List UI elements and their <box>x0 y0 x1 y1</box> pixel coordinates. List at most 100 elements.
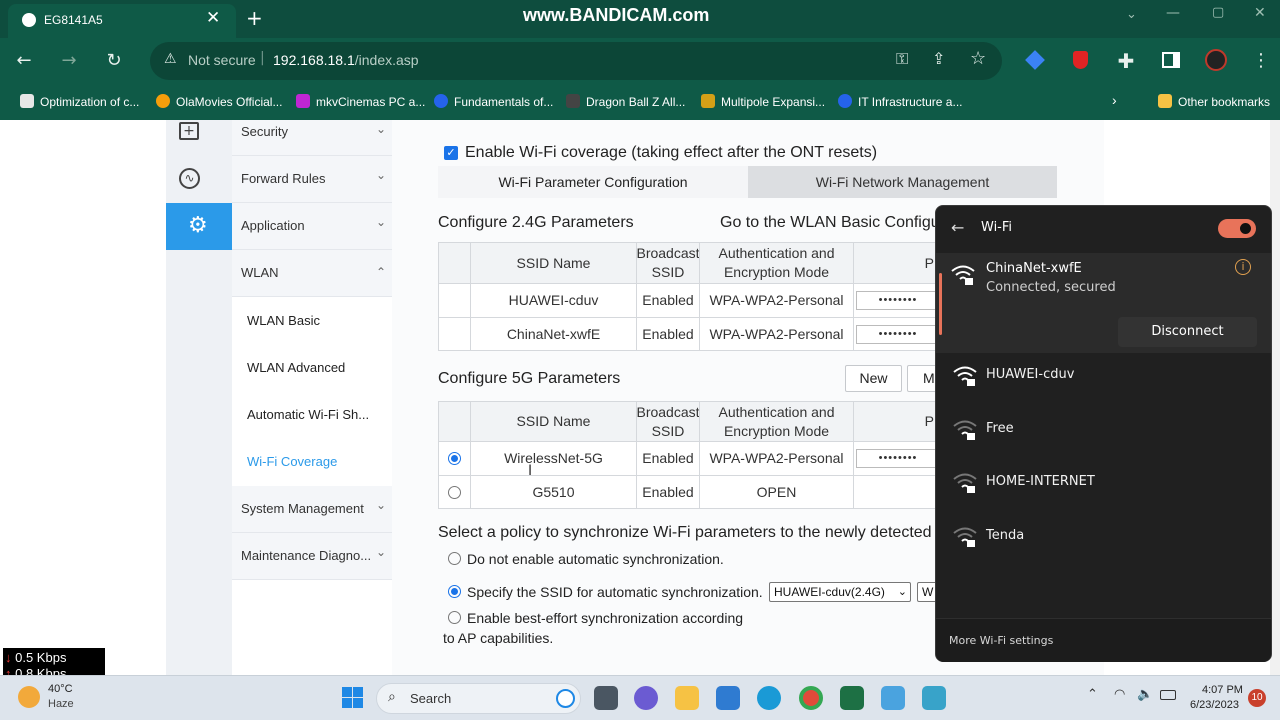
weather-sun-icon <box>18 686 40 708</box>
menu-security[interactable]: Security ⌄ <box>232 120 392 156</box>
bookmark-item[interactable]: mkvCinemas PC a... <box>296 94 425 109</box>
extension-blue-icon[interactable] <box>1025 50 1045 70</box>
teams-chat-icon[interactable] <box>634 686 658 710</box>
tab-close-icon[interactable]: ✕ <box>206 8 220 28</box>
excel-icon[interactable] <box>840 686 864 710</box>
reload-icon[interactable]: ↻ <box>102 49 126 73</box>
wifi-network-item[interactable]: Free <box>936 404 1271 457</box>
connected-network[interactable]: ChinaNet-xwfE Connected, secured i Disco… <box>936 253 1271 353</box>
menu-icon[interactable]: ⋮ <box>1249 49 1273 73</box>
store-icon[interactable] <box>716 686 740 710</box>
table-row-select[interactable] <box>438 283 471 318</box>
bookmark-item[interactable]: Optimization of c... <box>20 94 139 109</box>
password-field[interactable]: •••••••• <box>856 325 936 344</box>
key-icon[interactable]: ⚿ <box>896 49 908 69</box>
address-bar[interactable]: ⚠ Not secure | 192.168.18.1/index.asp ⚿ … <box>150 42 1002 80</box>
ssid-select[interactable]: HUAWEI-cduv(2.4G) ⌄ <box>769 582 911 602</box>
tray-volume-icon[interactable]: 🔈 <box>1137 687 1153 702</box>
table-row-select[interactable] <box>438 317 471 351</box>
tab-wifi-parameter[interactable]: Wi-Fi Parameter Configuration <box>438 166 748 198</box>
side-panel-icon[interactable] <box>1162 52 1180 68</box>
first-aid-icon[interactable]: + <box>179 122 199 140</box>
file-explorer-icon[interactable] <box>675 686 699 710</box>
bookmark-item[interactable]: Dragon Ball Z All... <box>566 94 685 109</box>
submenu-wlan-advanced[interactable]: WLAN Advanced <box>232 345 392 392</box>
wifi-toggle[interactable] <box>1218 219 1256 238</box>
wifi-network-item[interactable]: Tenda <box>936 511 1271 564</box>
profile-avatar[interactable] <box>1205 49 1227 71</box>
taskbar-search[interactable]: ⌕ Search <box>376 683 581 714</box>
table-cell-broadcast: Enabled <box>636 283 700 318</box>
share-icon[interactable]: ⇪ <box>932 49 945 68</box>
policy-radio-besteffort[interactable] <box>448 611 461 624</box>
browser-tab[interactable]: EG8141A5 ✕ <box>8 4 236 38</box>
new-tab-icon[interactable]: + <box>246 6 263 30</box>
close-window-icon[interactable]: ✕ <box>1254 5 1266 21</box>
forward-icon[interactable]: → <box>57 49 81 73</box>
menu-forward-rules[interactable]: Forward Rules ⌄ <box>232 156 392 203</box>
extension-shield-icon[interactable] <box>1073 51 1088 69</box>
radio-dot <box>451 455 458 462</box>
radio-unselected[interactable] <box>448 485 461 499</box>
app-icon[interactable] <box>922 686 946 710</box>
minimize-icon[interactable]: — <box>1166 5 1180 21</box>
goto-wlan-basic-link[interactable]: Go to the WLAN Basic Configu <box>720 214 940 232</box>
menu-wlan[interactable]: WLAN ⌃ <box>232 250 392 297</box>
bookmarks-overflow-icon[interactable]: › <box>1112 92 1117 108</box>
disconnect-button[interactable]: Disconnect <box>1118 317 1257 347</box>
submenu-wlan-basic[interactable]: WLAN Basic <box>232 298 392 345</box>
application-selected-tile[interactable]: ⚙ <box>166 203 237 250</box>
bookmark-favicon-icon <box>838 94 852 108</box>
restore-icon[interactable]: ▢ <box>1212 5 1224 20</box>
enable-coverage-checkbox[interactable]: ✓ <box>444 146 458 160</box>
chrome-icon[interactable] <box>799 686 823 710</box>
clock-time[interactable]: 4:07 PM <box>1202 684 1243 696</box>
table-row-select[interactable] <box>438 441 471 476</box>
other-bookmarks[interactable]: Other bookmarks <box>1158 94 1270 109</box>
task-view-icon[interactable] <box>594 686 618 710</box>
submenu-automatic-wifi[interactable]: Automatic Wi-Fi Sh... <box>232 392 392 439</box>
broadcast-value: Enabled <box>642 325 694 342</box>
new-button[interactable]: New <box>845 365 902 392</box>
table-row-select[interactable] <box>438 475 471 509</box>
extensions-puzzle-icon[interactable]: ✚ <box>1114 49 1138 73</box>
table5-header-ssid: SSID Name <box>470 401 637 442</box>
tab-search-icon[interactable]: ⌄ <box>1126 7 1137 22</box>
menu-application[interactable]: Application ⌄ <box>232 203 392 250</box>
notification-badge[interactable]: 10 <box>1248 689 1266 707</box>
back-icon[interactable]: ← <box>12 49 36 73</box>
tray-wifi-icon[interactable]: ◠ <box>1114 687 1125 702</box>
bookmark-label: Fundamentals of... <box>454 95 554 109</box>
table-cell-auth: WPA-WPA2-Personal <box>699 283 854 318</box>
bookmark-item[interactable]: Fundamentals of... <box>434 94 553 109</box>
bookmark-item[interactable]: Multipole Expansi... <box>701 94 825 109</box>
bookmark-item[interactable]: IT Infrastructure a... <box>838 94 962 109</box>
wifi-network-item[interactable]: HUAWEI-cduv <box>936 350 1271 403</box>
bookmark-item[interactable]: OlaMovies Official... <box>156 94 282 109</box>
start-button[interactable] <box>342 687 363 708</box>
menu-system-management[interactable]: System Management ⌄ <box>232 486 392 533</box>
pulse-icon[interactable]: ∿ <box>179 168 200 189</box>
info-icon[interactable]: i <box>1235 259 1251 275</box>
header-label: P <box>924 254 934 271</box>
more-wifi-settings-link[interactable]: More Wi-Fi settings <box>949 634 1053 647</box>
radio-selected[interactable] <box>448 452 461 465</box>
tray-battery-icon[interactable] <box>1160 690 1176 700</box>
password-field[interactable]: •••••••• <box>856 291 936 310</box>
weather-temp: 40°C <box>48 683 73 695</box>
chevron-down-icon: ⌄ <box>375 215 386 229</box>
tray-overflow-icon[interactable]: ⌃ <box>1087 687 1098 702</box>
notepad-icon[interactable] <box>881 686 905 710</box>
password-field[interactable]: •••••••• <box>856 449 936 468</box>
edge-icon[interactable] <box>757 686 781 710</box>
submenu-wifi-coverage[interactable]: Wi-Fi Coverage <box>232 439 392 486</box>
clock-date[interactable]: 6/23/2023 <box>1190 699 1239 711</box>
star-icon[interactable]: ☆ <box>970 48 986 69</box>
tab-wifi-network-management[interactable]: Wi-Fi Network Management <box>748 166 1057 198</box>
policy-radio-specify[interactable] <box>448 585 461 598</box>
policy-radio-none[interactable] <box>448 552 461 565</box>
bookmark-favicon-icon <box>20 94 34 108</box>
menu-maintenance[interactable]: Maintenance Diagno... ⌄ <box>232 533 392 580</box>
wifi-network-item[interactable]: HOME-INTERNET <box>936 457 1271 510</box>
back-arrow-icon[interactable]: ← <box>951 218 964 237</box>
